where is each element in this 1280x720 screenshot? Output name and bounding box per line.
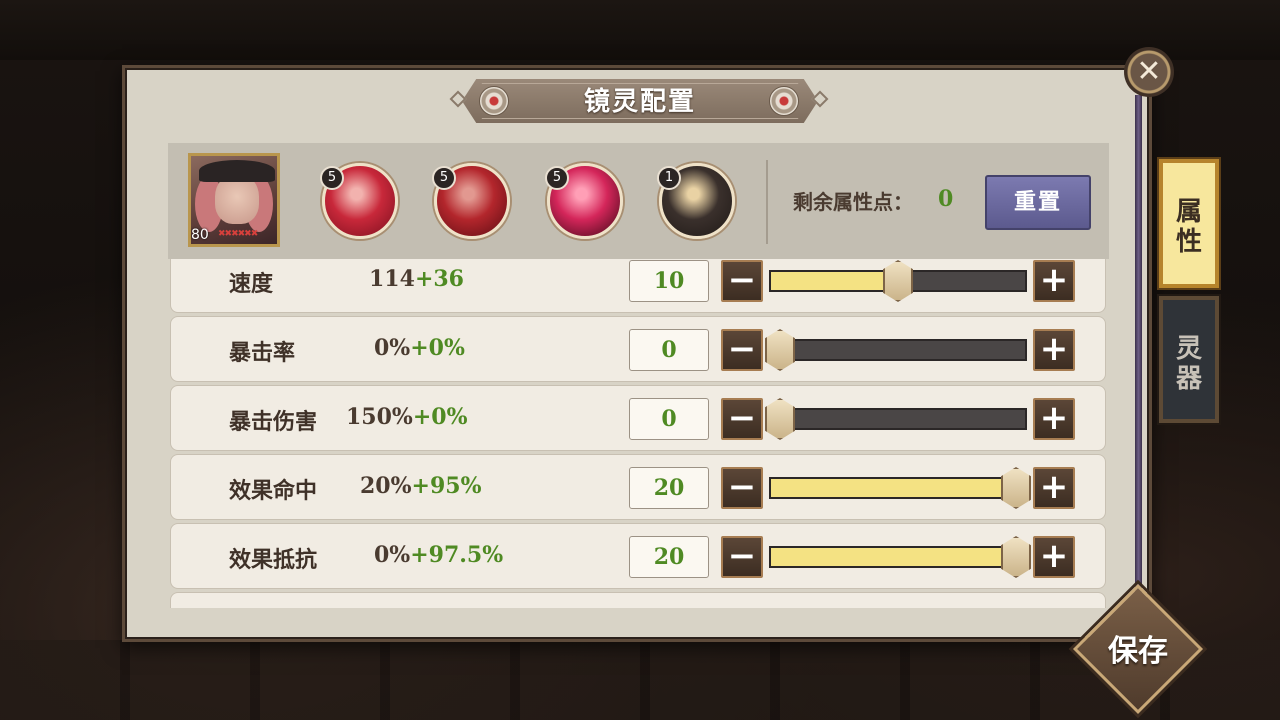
increase-button[interactable]: + xyxy=(1033,398,1075,440)
points-slider[interactable] xyxy=(769,467,1031,509)
stat-bonus: +97.5% xyxy=(410,542,504,568)
slider-handle[interactable] xyxy=(1001,467,1031,509)
stat-base: 114 xyxy=(369,266,415,292)
stat-base: 0% xyxy=(374,542,411,568)
tab-attributes[interactable]: 属 性 xyxy=(1159,159,1219,288)
slider-handle[interactable] xyxy=(883,260,913,302)
tab-spirit-weapon-char: 器 xyxy=(1175,364,1202,394)
slider-fill xyxy=(771,479,1025,497)
stat-row-crit-damage: 暴击伤害 150%+0% 0 − + xyxy=(170,385,1106,451)
stat-name: 暴击伤害 xyxy=(229,409,318,435)
soul-count-badge: 5 xyxy=(432,166,456,190)
stat-base: 0% xyxy=(374,335,411,361)
close-button[interactable]: ✕ xyxy=(1124,47,1174,97)
header-divider xyxy=(766,160,768,244)
points-input[interactable]: 20 xyxy=(629,467,709,509)
stat-base: 20% xyxy=(360,473,412,499)
tab-attributes-char: 性 xyxy=(1175,227,1202,257)
increase-button[interactable]: + xyxy=(1033,329,1075,371)
slider-fill xyxy=(771,272,898,290)
stat-value: 20%+95% xyxy=(360,473,481,499)
decrease-button[interactable]: − xyxy=(721,329,763,371)
stat-name: 速度 xyxy=(229,271,274,297)
decrease-button[interactable]: − xyxy=(721,536,763,578)
soul-count-badge: 5 xyxy=(320,166,344,190)
stat-base: 150% xyxy=(346,404,413,430)
stat-bonus: +95% xyxy=(411,473,482,499)
stat-value: 0%+97.5% xyxy=(374,542,503,568)
soul-count-badge: 5 xyxy=(545,166,569,190)
points-input[interactable]: 10 xyxy=(629,260,709,302)
slider-fill xyxy=(771,548,1025,566)
background-top-bar xyxy=(0,0,1280,60)
decrease-button[interactable]: − xyxy=(721,260,763,302)
points-input[interactable]: 0 xyxy=(629,398,709,440)
stat-value: 150%+0% xyxy=(346,404,467,430)
points-slider[interactable] xyxy=(765,329,1027,371)
stat-bonus: +0% xyxy=(412,404,468,430)
remaining-points-value: 0 xyxy=(938,186,954,212)
tab-spirit-weapon[interactable]: 灵 器 xyxy=(1159,296,1219,423)
stat-value: 114+36 xyxy=(369,266,464,292)
medal-icon xyxy=(479,86,509,116)
slider-handle[interactable] xyxy=(765,329,795,371)
stat-name: 效果命中 xyxy=(229,478,318,504)
page-title: 镜灵配置 xyxy=(583,87,696,117)
shikigami-level: 80 xyxy=(191,227,209,243)
stat-row-effect-resist: 效果抵抗 0%+97.5% 20 − + xyxy=(170,523,1106,589)
decrease-button[interactable]: − xyxy=(721,398,763,440)
stat-row-partial xyxy=(170,592,1106,608)
portrait-hat xyxy=(199,160,275,182)
points-slider[interactable] xyxy=(765,398,1027,440)
star-rating-icon: ✖✖✖✖✖✖ xyxy=(218,229,258,239)
reset-button[interactable]: 重置 xyxy=(985,175,1091,230)
points-input[interactable]: 20 xyxy=(629,536,709,578)
tab-attributes-char: 属 xyxy=(1175,197,1202,227)
soul-count-badge: 1 xyxy=(657,166,681,190)
stat-row-crit-rate: 暴击率 0%+0% 0 − + xyxy=(170,316,1106,382)
remaining-points-label: 剩余属性点： xyxy=(793,190,913,214)
stat-bonus: +36 xyxy=(414,266,464,292)
stat-row-speed: 速度 114+36 10 − + xyxy=(170,259,1106,313)
stat-bonus: +0% xyxy=(410,335,465,361)
points-input[interactable]: 0 xyxy=(629,329,709,371)
stat-row-effect-hit: 效果命中 20%+95% 20 − + xyxy=(170,454,1106,520)
tab-spirit-weapon-char: 灵 xyxy=(1175,334,1202,364)
shikigami-header xyxy=(168,143,1109,259)
stat-value: 0%+0% xyxy=(374,335,465,361)
stat-list[interactable]: 速度 114+36 10 − + 暴击率 0%+0% 0 − + 暴击伤害 15… xyxy=(168,259,1109,608)
points-slider[interactable] xyxy=(769,536,1031,578)
stat-name: 效果抵抗 xyxy=(229,547,318,573)
slider-handle[interactable] xyxy=(765,398,795,440)
points-slider[interactable] xyxy=(769,260,1027,302)
increase-button[interactable]: + xyxy=(1033,536,1075,578)
save-button-label: 保存 xyxy=(1108,634,1168,669)
increase-button[interactable]: + xyxy=(1033,467,1075,509)
medal-icon xyxy=(769,86,799,116)
decrease-button[interactable]: − xyxy=(721,467,763,509)
increase-button[interactable]: + xyxy=(1033,260,1075,302)
slider-handle[interactable] xyxy=(1001,536,1031,578)
stat-name: 暴击率 xyxy=(229,340,296,366)
panel-scroll-rail[interactable] xyxy=(1135,95,1142,600)
